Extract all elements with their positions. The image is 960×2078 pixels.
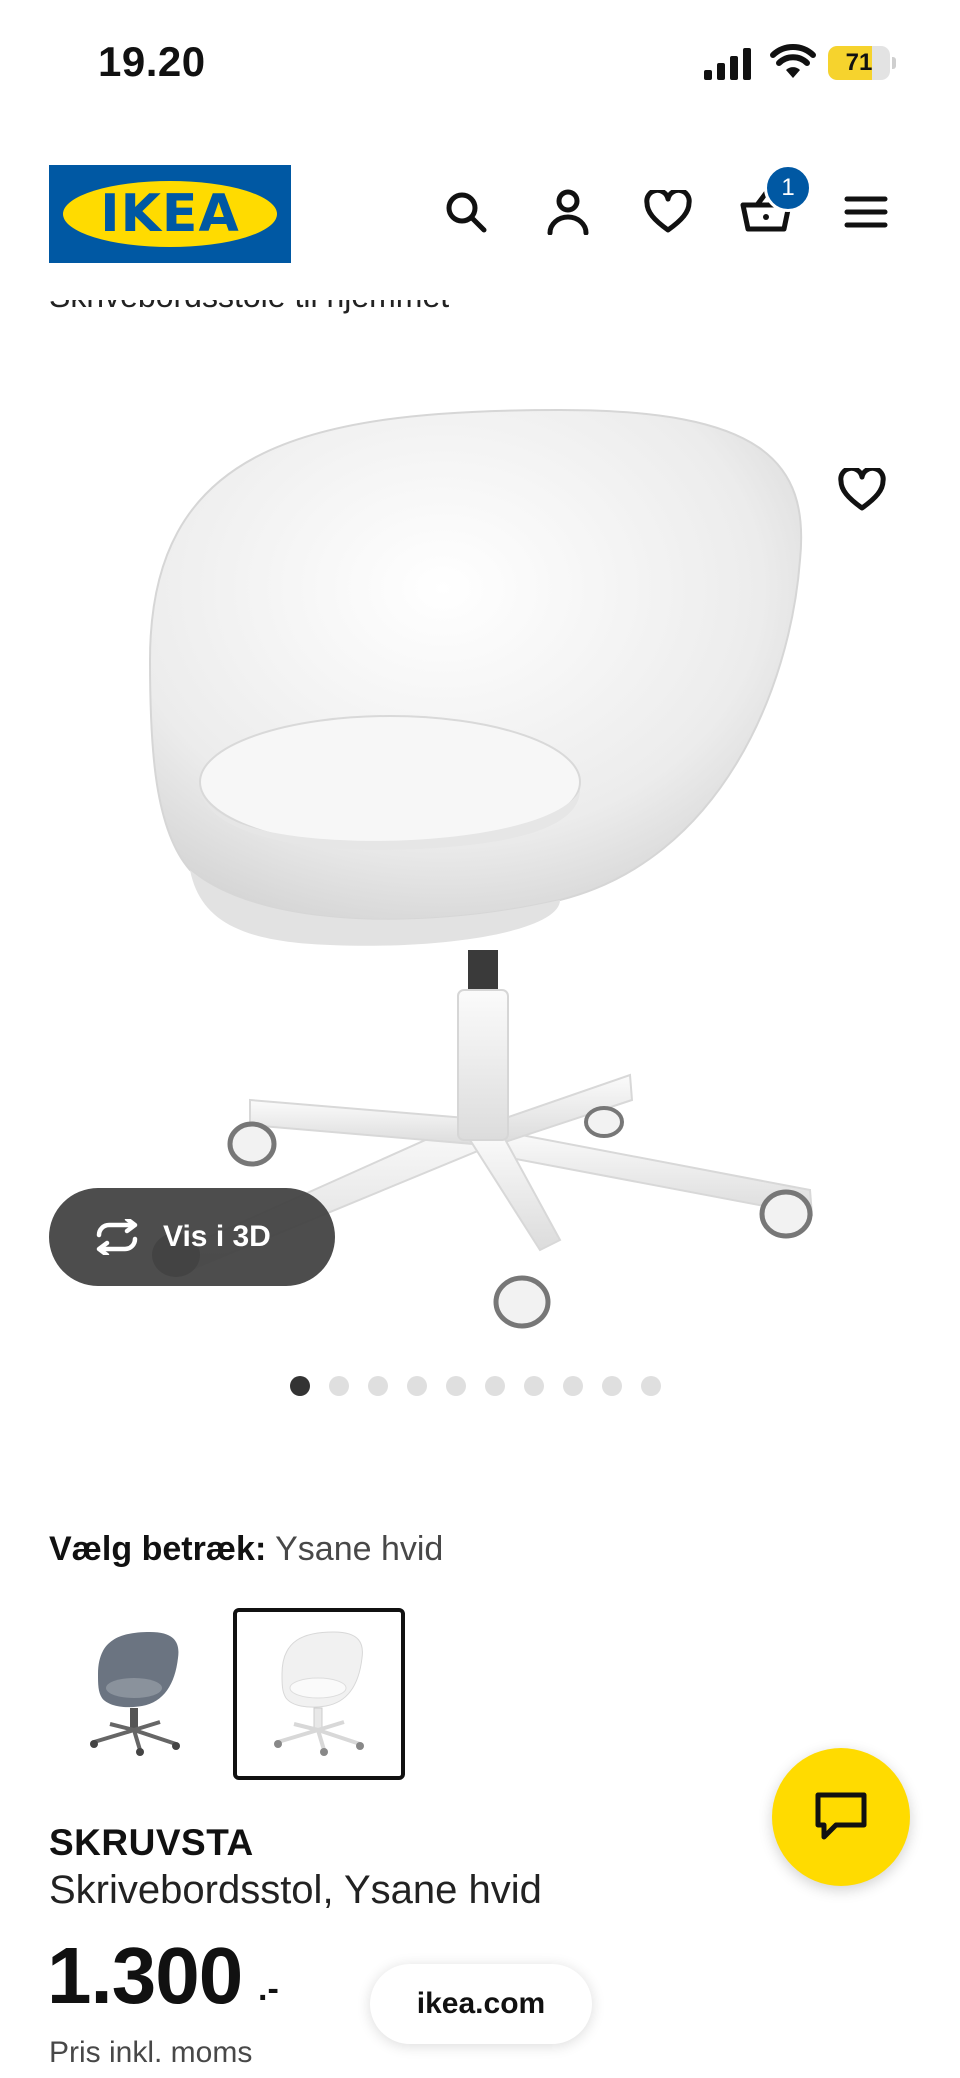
- add-to-favourites-button[interactable]: [830, 458, 894, 522]
- grey-chair-thumbnail: [90, 1632, 180, 1756]
- menu-button[interactable]: [834, 180, 898, 244]
- favourites-button[interactable]: [636, 180, 700, 244]
- heart-icon: [838, 468, 886, 511]
- carousel-dot[interactable]: [368, 1376, 388, 1396]
- white-chair-thumbnail: [274, 1631, 364, 1756]
- swatch-grey[interactable]: [49, 1608, 221, 1780]
- cover-option-title: Vælg betræk:: [49, 1530, 267, 1568]
- product-description: Skrivebordsstol, Ysane hvid: [49, 1868, 542, 1912]
- carousel-dot[interactable]: [641, 1376, 661, 1396]
- carousel-dot[interactable]: [524, 1376, 544, 1396]
- logo-text: IKEA: [100, 184, 240, 244]
- status-time: 19.20: [98, 38, 206, 85]
- carousel-dots[interactable]: [290, 1376, 661, 1396]
- cover-option-value: Ysane hvid: [275, 1530, 444, 1568]
- status-bar: 19.20 71: [0, 0, 960, 120]
- search-button[interactable]: [434, 180, 498, 244]
- wifi-icon: [770, 44, 816, 78]
- heart-icon: [644, 190, 692, 233]
- chat-button[interactable]: [772, 1748, 910, 1886]
- price-suffix: .-: [258, 1970, 279, 2008]
- profile-icon: [547, 189, 589, 235]
- product-name: SKRUVSTA: [49, 1822, 254, 1863]
- battery-level: 71: [845, 49, 873, 76]
- battery-indicator: 71: [828, 46, 896, 80]
- carousel-dot[interactable]: [563, 1376, 583, 1396]
- price-note: Pris inkl. moms: [49, 2036, 253, 2069]
- carousel-dot[interactable]: [602, 1376, 622, 1396]
- search-icon: [446, 192, 487, 233]
- ikea-logo[interactable]: IKEA: [49, 165, 291, 263]
- view-3d-label: Vis i 3D: [163, 1220, 271, 1253]
- cover-option-label: Vælg betræk: Ysane hvid: [49, 1530, 443, 1569]
- carousel-dot[interactable]: [329, 1376, 349, 1396]
- site-header: IKEA 1: [0, 120, 960, 300]
- browser-url-pill[interactable]: ikea.com: [370, 1964, 592, 2044]
- cellular-signal-icon: [704, 48, 751, 80]
- profile-button[interactable]: [536, 180, 600, 244]
- chat-icon: [815, 1792, 867, 1840]
- rotate-3d-icon: [96, 1219, 138, 1255]
- view-3d-button[interactable]: Vis i 3D: [49, 1188, 335, 1286]
- carousel-dot[interactable]: [407, 1376, 427, 1396]
- carousel-dot[interactable]: [485, 1376, 505, 1396]
- swatch-white[interactable]: [233, 1608, 405, 1780]
- carousel-dot[interactable]: [290, 1376, 310, 1396]
- product-price: 1.300: [47, 1931, 243, 2020]
- cart-count-badge: 1: [764, 164, 812, 212]
- carousel-dot[interactable]: [446, 1376, 466, 1396]
- menu-icon: [844, 196, 888, 228]
